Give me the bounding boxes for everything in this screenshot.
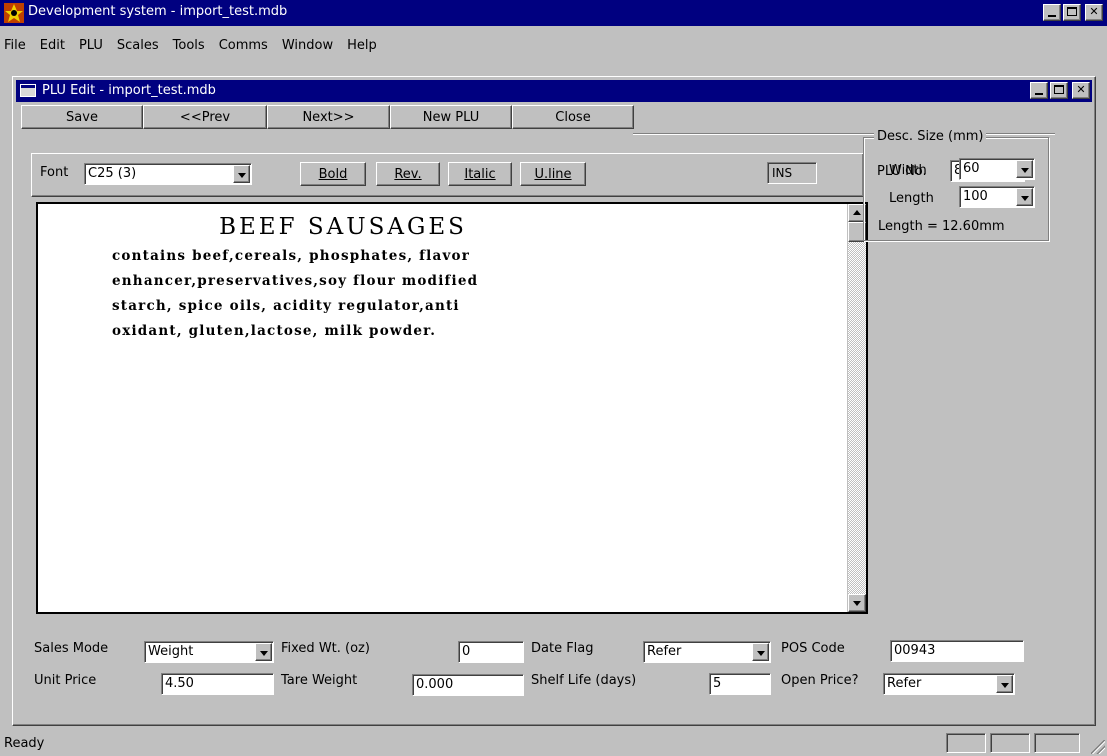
description-editor[interactable]: BEEF SAUSAGES contains beef,cereals, pho… bbox=[36, 202, 868, 614]
status-text: Ready bbox=[4, 736, 45, 751]
child-close-button[interactable]: ✕ bbox=[1072, 82, 1090, 99]
computed-length: Length = 12.60mm bbox=[878, 219, 1005, 234]
child-minimize-button[interactable] bbox=[1030, 82, 1048, 99]
status-bar: Ready bbox=[0, 730, 1107, 756]
rev-label: Rev. bbox=[394, 166, 422, 182]
menu-window[interactable]: Window bbox=[282, 38, 333, 53]
chevron-down-icon[interactable] bbox=[233, 165, 250, 183]
description-title: BEEF SAUSAGES bbox=[219, 214, 467, 240]
menu-bar: File Edit PLU Scales Tools Comms Window … bbox=[0, 26, 1107, 62]
child-maximize-button[interactable] bbox=[1050, 82, 1068, 99]
plu-edit-title-bar[interactable]: PLU Edit - import_test.mdb ✕ bbox=[16, 80, 1092, 102]
font-label: Font bbox=[40, 165, 69, 180]
underline-label: U.line bbox=[534, 166, 572, 182]
menu-scales[interactable]: Scales bbox=[117, 38, 159, 53]
chevron-down-icon[interactable] bbox=[1016, 188, 1033, 206]
document-icon bbox=[20, 84, 36, 97]
width-select[interactable]: 60 bbox=[959, 158, 1035, 180]
open-price-select[interactable]: Refer bbox=[883, 673, 1015, 695]
width-label: Width bbox=[889, 163, 927, 178]
new-plu-button[interactable]: New PLU bbox=[390, 105, 512, 129]
minimize-button[interactable] bbox=[1043, 4, 1061, 21]
open-price-value: Refer bbox=[887, 676, 922, 691]
fixed-weight-label: Fixed Wt. (oz) bbox=[281, 641, 370, 656]
pos-code-field[interactable]: 00943 bbox=[890, 640, 1024, 662]
description-line: enhancer,preservatives,soy flour modifie… bbox=[112, 273, 479, 289]
shelf-life-field[interactable]: 5 bbox=[709, 673, 771, 695]
insert-mode-indicator: INS bbox=[767, 162, 817, 184]
width-value: 60 bbox=[963, 161, 980, 176]
italic-button[interactable]: Italic bbox=[448, 162, 512, 186]
menu-edit[interactable]: Edit bbox=[40, 38, 65, 53]
underline-button[interactable]: U.line bbox=[520, 162, 586, 186]
toolbar-divider bbox=[633, 133, 1055, 135]
tare-weight-label: Tare Weight bbox=[281, 673, 358, 688]
tare-weight-field[interactable]: 0.000 bbox=[412, 674, 524, 696]
next-button[interactable]: Next>> bbox=[267, 105, 390, 129]
maximize-button[interactable] bbox=[1063, 4, 1081, 21]
menu-help[interactable]: Help bbox=[347, 38, 377, 53]
app-title-bar[interactable]: Development system - import_test.mdb ✕ bbox=[0, 0, 1107, 26]
desc-size-legend: Desc. Size (mm) bbox=[874, 129, 987, 144]
pos-code-label: POS Code bbox=[781, 641, 845, 656]
app-title: Development system - import_test.mdb bbox=[28, 4, 288, 19]
status-panel bbox=[1034, 733, 1080, 753]
length-select[interactable]: 100 bbox=[959, 186, 1035, 208]
rev-button[interactable]: Rev. bbox=[376, 162, 440, 186]
toolbar: Save <<Prev Next>> New PLU Close bbox=[21, 105, 634, 129]
menu-tools[interactable]: Tools bbox=[173, 38, 205, 53]
description-line: starch, spice oils, acidity regulator,an… bbox=[112, 298, 460, 314]
description-text-area[interactable]: BEEF SAUSAGES contains beef,cereals, pho… bbox=[38, 204, 838, 612]
open-price-label: Open Price? bbox=[781, 673, 859, 688]
font-value: C25 (3) bbox=[88, 166, 137, 181]
status-panel bbox=[946, 733, 986, 753]
chevron-down-icon[interactable] bbox=[255, 643, 272, 661]
length-label: Length bbox=[889, 191, 934, 206]
font-toolbar: Font C25 (3) Bold Rev. Italic U.line INS bbox=[31, 153, 864, 197]
prev-button[interactable]: <<Prev bbox=[143, 105, 267, 129]
sales-mode-value: Weight bbox=[148, 644, 194, 659]
vertical-scrollbar[interactable] bbox=[847, 204, 866, 612]
shelf-life-label: Shelf Life (days) bbox=[531, 673, 637, 688]
date-flag-select[interactable]: Refer bbox=[643, 641, 771, 663]
unit-price-field[interactable]: 4.50 bbox=[161, 673, 274, 695]
date-flag-label: Date Flag bbox=[531, 641, 594, 656]
fixed-weight-field[interactable]: 0 bbox=[458, 641, 524, 663]
app-icon bbox=[4, 3, 24, 23]
bold-label: Bold bbox=[318, 166, 348, 182]
desc-size-group: Desc. Size (mm) Width 60 Length 100 Leng… bbox=[863, 129, 1049, 241]
scroll-down-button[interactable] bbox=[848, 594, 866, 612]
menu-plu[interactable]: PLU bbox=[79, 38, 103, 53]
sales-mode-select[interactable]: Weight bbox=[144, 641, 274, 663]
menu-file[interactable]: File bbox=[4, 38, 26, 53]
description-line: oxidant, gluten,lactose, milk powder. bbox=[112, 323, 437, 339]
bold-button[interactable]: Bold bbox=[300, 162, 366, 186]
length-value: 100 bbox=[963, 189, 988, 204]
sales-mode-label: Sales Mode bbox=[34, 641, 109, 656]
description-line: contains beef,cereals, phosphates, flavo… bbox=[112, 248, 471, 264]
menu-comms[interactable]: Comms bbox=[219, 38, 268, 53]
chevron-down-icon[interactable] bbox=[752, 643, 769, 661]
close-window-button[interactable]: ✕ bbox=[1085, 4, 1103, 21]
chevron-down-icon[interactable] bbox=[996, 675, 1013, 693]
date-flag-value: Refer bbox=[647, 644, 682, 659]
plu-edit-title: PLU Edit - import_test.mdb bbox=[42, 83, 216, 98]
unit-price-label: Unit Price bbox=[34, 673, 97, 688]
save-button[interactable]: Save bbox=[21, 105, 143, 129]
resize-grip-icon[interactable] bbox=[1091, 740, 1105, 754]
chevron-down-icon[interactable] bbox=[1016, 160, 1033, 178]
italic-label: Italic bbox=[464, 166, 496, 182]
close-button[interactable]: Close bbox=[512, 105, 634, 129]
font-select[interactable]: C25 (3) bbox=[84, 163, 252, 185]
status-panel bbox=[990, 733, 1030, 753]
